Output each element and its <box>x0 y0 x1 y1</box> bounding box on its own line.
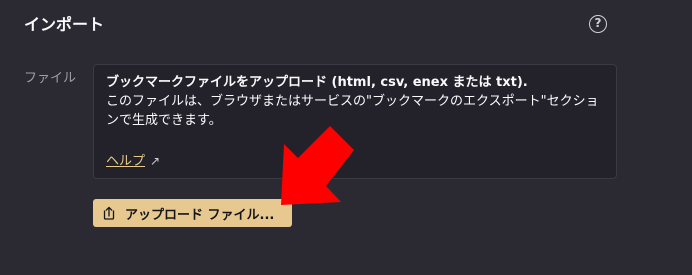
red-arrow-icon <box>281 126 354 205</box>
upload-icon <box>103 206 115 220</box>
upload-button-label: アップロード ファイル... <box>125 207 275 223</box>
page-title: インポート <box>24 15 105 34</box>
external-link-icon: ↗ <box>150 154 161 168</box>
help-icon[interactable]: ? <box>589 15 607 33</box>
help-link-wrap: ヘルプ ↗ <box>106 152 160 171</box>
upload-file-button[interactable]: アップロード ファイル... <box>93 199 292 227</box>
help-link[interactable]: ヘルプ <box>106 154 145 169</box>
info-heading: ブックマークファイルをアップロード (html, csv, enex または t… <box>106 75 528 90</box>
file-field-label: ファイル <box>24 71 77 86</box>
